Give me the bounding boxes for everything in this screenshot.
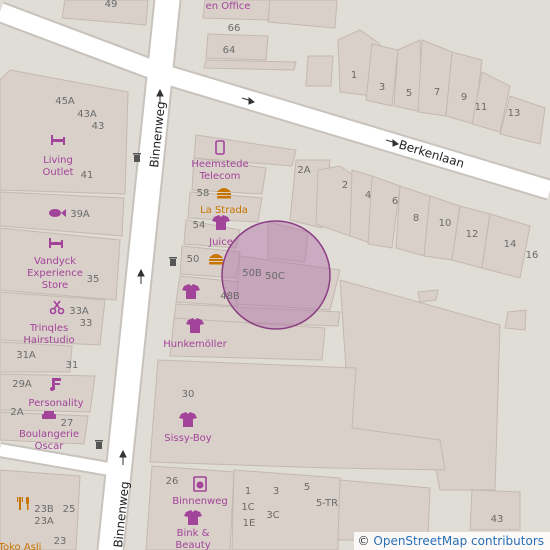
poi-label-boulangerie[interactable]: Boulangerie: [19, 429, 79, 440]
house-number: 58: [197, 188, 210, 199]
poi-label-trinqles[interactable]: Trinqles: [29, 323, 68, 334]
house-number: 49: [105, 0, 118, 10]
poi-label-bink-beauty[interactable]: Bink &: [177, 528, 210, 539]
house-number: 64: [223, 45, 236, 56]
poi-label-living-outlet[interactable]: Outlet: [43, 167, 74, 178]
house-number: 13: [508, 108, 521, 119]
poi-label-juice[interactable]: Juice: [208, 237, 233, 248]
house-number: 33: [80, 318, 93, 329]
house-number: 12: [466, 229, 479, 240]
poi-label-office[interactable]: en Office: [206, 1, 251, 12]
poi-label-binnenweg[interactable]: Binnenweg: [172, 496, 227, 507]
map-view[interactable]: Binnenweg Binnenweg Berkenlaan 49 66 64 …: [0, 0, 550, 550]
house-number: 4: [365, 190, 371, 201]
house-number: 31: [66, 360, 79, 371]
bakery-icon[interactable]: [42, 411, 56, 419]
house-number: 5: [406, 88, 412, 99]
house-number: 11: [475, 102, 488, 113]
house-number: 25: [63, 504, 76, 515]
house-number: 1: [245, 486, 251, 497]
poi-label-personality[interactable]: Personality: [28, 398, 83, 409]
house-number: 31A: [16, 350, 36, 361]
house-number: 3C: [266, 510, 279, 521]
house-number: 2A: [10, 407, 23, 418]
poi-label-sissy-boy[interactable]: Sissy-Boy: [164, 433, 212, 444]
house-number: 43: [92, 121, 105, 132]
house-number: 48B: [220, 291, 240, 302]
house-number: 23B: [34, 504, 54, 515]
poi-label-hunkemoller[interactable]: Hunkemöller: [163, 339, 227, 350]
house-number: 8: [413, 213, 419, 224]
poi-label-heemstede-telecom[interactable]: Telecom: [199, 171, 241, 182]
house-number: 3: [273, 486, 279, 497]
poi-label-boulangerie[interactable]: Oscar: [35, 441, 65, 452]
house-number: 5-TR: [316, 498, 338, 509]
house-number: 23A: [34, 516, 54, 527]
poi-label-heemstede-telecom[interactable]: Heemstede: [191, 159, 248, 170]
house-number: 30: [182, 389, 195, 400]
house-number: 50C: [265, 271, 285, 282]
house-number: 66: [228, 23, 241, 34]
poi-label-living-outlet[interactable]: Living: [43, 155, 73, 166]
house-number: 43A: [77, 109, 97, 120]
house-number: 16: [526, 250, 539, 261]
house-number: 43: [491, 514, 504, 525]
poi-label-bink-beauty[interactable]: Beauty: [175, 540, 210, 550]
poi-label-trinqles[interactable]: Hairstudio: [23, 335, 74, 346]
house-number: 35: [87, 274, 100, 285]
house-number: 50B: [242, 268, 262, 279]
house-number: 41: [81, 170, 94, 181]
openstreetmap-contributors-link[interactable]: OpenStreetMap contributors: [373, 534, 544, 548]
house-number: 10: [439, 218, 452, 229]
house-number: 27: [61, 418, 74, 429]
house-number: 5: [304, 482, 310, 493]
poi-label-vandyck[interactable]: Vandyck: [34, 256, 76, 267]
house-number: 2: [342, 180, 348, 191]
house-number: 39A: [70, 209, 90, 220]
poi-label-vandyck[interactable]: Store: [42, 280, 68, 291]
house-number: 26: [166, 476, 179, 487]
house-number: 54: [193, 220, 206, 231]
house-number: 1C: [241, 502, 254, 513]
map-canvas[interactable]: Binnenweg Binnenweg Berkenlaan 49 66 64 …: [0, 0, 550, 550]
house-number: 1: [351, 70, 357, 81]
house-number: 45A: [55, 96, 75, 107]
house-number: 9: [461, 92, 467, 103]
house-number: 7: [434, 87, 440, 98]
house-number: 6: [392, 196, 398, 207]
house-number: 14: [504, 239, 517, 250]
house-number: 29A: [12, 379, 32, 390]
house-number: 50: [187, 254, 200, 265]
poi-label-la-strada[interactable]: La Strada: [200, 205, 248, 216]
copyright-symbol: ©: [357, 534, 370, 548]
map-attribution: © OpenStreetMap contributors: [353, 532, 550, 550]
house-number: 33A: [69, 306, 89, 317]
house-number: 2A: [297, 165, 310, 176]
poi-label-vandyck[interactable]: Experience: [27, 268, 83, 279]
house-number: 1E: [243, 518, 256, 529]
house-number: 3: [379, 82, 385, 93]
house-number: 23: [54, 536, 67, 547]
poi-label-toko-asli[interactable]: Toko Asli: [0, 542, 41, 550]
